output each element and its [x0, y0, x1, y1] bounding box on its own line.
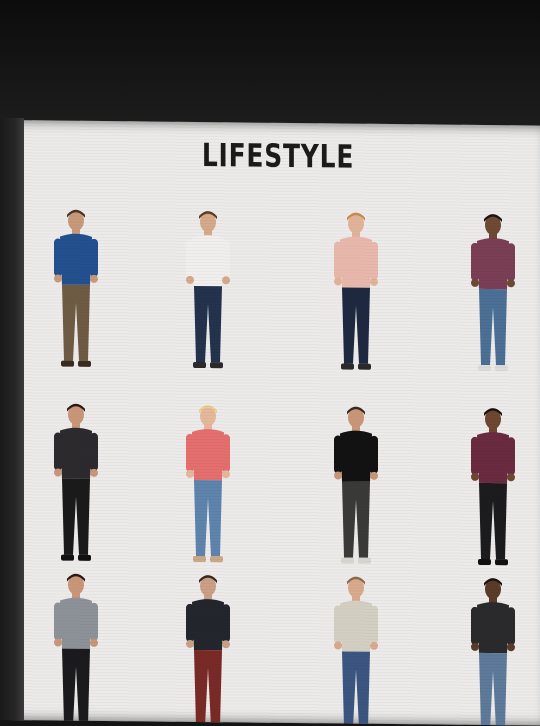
person-figure: [46, 570, 106, 726]
person-figure: [326, 209, 386, 378]
monitor-screen: LIFESTYLE: [8, 120, 540, 726]
person-figure: [46, 206, 106, 375]
person-figure: [463, 405, 523, 574]
person-figure: [463, 575, 523, 726]
person-figure: [178, 572, 238, 726]
person-figure: [46, 400, 106, 569]
person-figure: [326, 403, 386, 572]
people-grid: [8, 120, 540, 726]
person-figure: [178, 402, 238, 571]
monitor-bezel-left: [0, 118, 24, 720]
monitor-bezel-top: [0, 0, 540, 128]
person-figure: [178, 208, 238, 377]
person-figure: [326, 573, 386, 726]
person-figure: [463, 211, 523, 380]
